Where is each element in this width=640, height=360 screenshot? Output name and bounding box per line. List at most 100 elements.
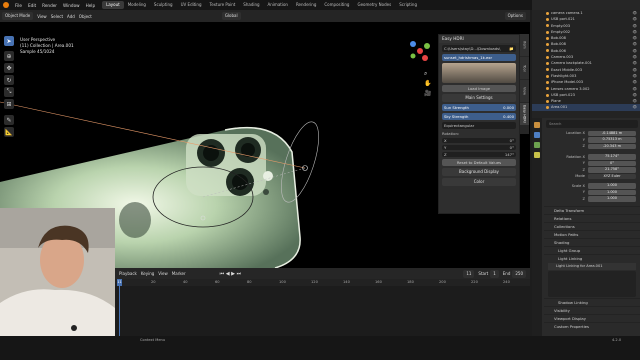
scale-tool-icon[interactable]: ⤡ xyxy=(4,87,14,97)
tab-view[interactable]: View xyxy=(520,80,529,102)
background-display-header[interactable]: Background Display xyxy=(442,168,516,176)
tab-sculpting[interactable]: Sculpting xyxy=(150,1,177,9)
motion-paths-section[interactable]: Motion Paths xyxy=(544,230,640,238)
menu-add[interactable]: Add xyxy=(67,14,75,19)
scale-z-field[interactable]: 1.000 xyxy=(588,196,636,202)
sun-strength-slider[interactable]: Sun Strength 0.000 xyxy=(442,104,516,111)
rotate-tool-icon[interactable]: ↻ xyxy=(4,75,14,85)
tick: 100 xyxy=(279,280,286,284)
rotation-mode-dropdown[interactable]: XYZ Euler xyxy=(588,173,636,179)
viewport-display-section[interactable]: Viewport Display xyxy=(544,313,640,322)
viewport-header: Object Mode View Select Add Object Globa… xyxy=(0,10,530,22)
visibility-icon[interactable]: 👁 xyxy=(632,104,637,110)
marker-menu[interactable]: Marker xyxy=(172,271,186,276)
physics-tab-icon[interactable] xyxy=(534,142,540,148)
menu-render[interactable]: Render xyxy=(39,3,60,8)
menu-window[interactable]: Window xyxy=(60,3,83,8)
folder-path-field[interactable]: C:\Users\stay\D...\Downloads\ 📁 xyxy=(442,45,516,52)
light-linking-list[interactable] xyxy=(548,270,636,297)
cursor-tool-icon[interactable]: ⊕ xyxy=(4,51,14,61)
menu-help[interactable]: Help xyxy=(83,3,99,8)
sky-strength-slider[interactable]: Sky Strength 0.400 xyxy=(442,113,516,120)
playback-controls-icon[interactable]: ⏮ ◀ ▶ ⏭ xyxy=(220,271,241,277)
shadow-linking-section[interactable]: Shadow Linking xyxy=(544,297,640,306)
menu-object[interactable]: Object xyxy=(79,14,92,19)
mode-dropdown[interactable]: Object Mode xyxy=(2,12,34,20)
tab-scripting[interactable]: Scripting xyxy=(395,1,421,9)
select-tool-icon[interactable]: ➤ xyxy=(4,36,14,46)
light-linking-field[interactable]: Light Linking for Area.001 xyxy=(548,263,636,270)
menu-select[interactable]: Select xyxy=(51,14,63,19)
rotation-y-field[interactable]: Y 0° xyxy=(442,145,516,150)
reset-defaults-button[interactable]: Reset to Default Values xyxy=(442,159,516,166)
custom-properties-section[interactable]: Custom Properties xyxy=(544,321,640,330)
load-image-button[interactable]: Load Image xyxy=(442,85,516,92)
blender-logo-icon[interactable] xyxy=(3,2,9,8)
current-frame-field[interactable]: 11 xyxy=(463,269,475,278)
menu-file[interactable]: File xyxy=(12,3,25,8)
outliner-row[interactable]: Area.001 👁 xyxy=(532,104,640,111)
tab-shading[interactable]: Shading xyxy=(239,1,263,9)
main-settings-header[interactable]: Main Settings xyxy=(442,94,516,102)
light-linking-section[interactable]: Light Linking xyxy=(544,254,640,262)
timeline-ruler[interactable]: 0 20 40 60 80 100 120 140 160 180 200 22… xyxy=(115,279,530,286)
hdri-preview-thumbnail[interactable] xyxy=(442,63,516,83)
color-header[interactable]: Color xyxy=(442,178,516,186)
tab-rendering[interactable]: Rendering xyxy=(292,1,320,9)
scale-y-field[interactable]: 1.000 xyxy=(588,189,636,195)
camera-view-icon[interactable]: 🎥 xyxy=(424,90,432,98)
visibility-section[interactable]: Visibility xyxy=(544,305,640,314)
start-frame-field[interactable]: 1 xyxy=(490,269,499,278)
rotation-z-prop-field[interactable]: 21.758° xyxy=(588,167,636,173)
rotation-z-field[interactable]: Z 147° xyxy=(442,152,516,157)
projection-dropdown[interactable]: Equirectangular xyxy=(442,122,516,129)
object-properties-tab-icon[interactable] xyxy=(534,122,540,128)
tab-geometry-nodes[interactable]: Geometry Nodes xyxy=(353,1,395,9)
shading-section[interactable]: Shading xyxy=(544,238,640,246)
transform-tool-icon[interactable]: ⊞ xyxy=(4,99,14,109)
navigation-gizmo[interactable] xyxy=(405,36,435,66)
annotate-tool-icon[interactable]: ✎ xyxy=(4,115,14,125)
end-frame-field[interactable]: 250 xyxy=(512,269,526,278)
options-dropdown[interactable]: Options xyxy=(504,12,526,20)
move-tool-icon[interactable]: ✥ xyxy=(4,63,14,73)
rotation-x-prop-field[interactable]: 75.174° xyxy=(588,154,636,160)
timeline-area[interactable] xyxy=(115,279,530,336)
tab-uv-editing[interactable]: UV Editing xyxy=(177,1,206,9)
playhead-line xyxy=(119,286,120,336)
tab-layout[interactable]: Layout xyxy=(102,1,124,9)
tab-modeling[interactable]: Modeling xyxy=(124,1,150,9)
menu-edit[interactable]: Edit xyxy=(25,3,39,8)
rotation-y-prop-field[interactable]: 0° xyxy=(588,160,636,166)
tab-item[interactable]: Item xyxy=(520,34,529,56)
collections-section[interactable]: Collections xyxy=(544,222,640,230)
timeline-view-menu[interactable]: View xyxy=(158,271,168,276)
folder-icon[interactable]: 📁 xyxy=(509,45,514,52)
playback-menu[interactable]: Playback xyxy=(119,271,137,276)
delta-transform-section[interactable]: Delta Transform xyxy=(544,206,640,214)
tab-animation[interactable]: Animation xyxy=(264,1,292,9)
relations-section[interactable]: Relations xyxy=(544,214,640,222)
tab-easy-hdri[interactable]: Easy HDRI xyxy=(520,103,529,125)
zoom-icon[interactable]: ⌕ xyxy=(424,70,432,78)
location-y-field[interactable]: 0.75313 m xyxy=(588,137,636,143)
properties-search[interactable]: Search xyxy=(546,120,638,128)
tab-texture-paint[interactable]: Texture Paint xyxy=(205,1,239,9)
tab-tool[interactable]: Tool xyxy=(520,57,529,79)
light-group-section[interactable]: Light Group xyxy=(544,246,640,254)
tab-compositing[interactable]: Compositing xyxy=(320,1,353,9)
light-data-tab-icon[interactable] xyxy=(534,152,540,158)
orientation-dropdown[interactable]: Global xyxy=(221,12,241,20)
keying-menu[interactable]: Keying xyxy=(141,271,154,276)
rotation-x-field[interactable]: X 0° xyxy=(442,138,516,143)
modifier-tab-icon[interactable] xyxy=(534,132,540,138)
sun-strength-label: Sun Strength xyxy=(444,105,469,110)
scale-x-field[interactable]: 1.000 xyxy=(588,183,636,189)
hdri-file-dropdown[interactable]: sunset_hdrishmas_1k.exr xyxy=(442,54,516,61)
playhead[interactable]: 11 xyxy=(117,279,122,286)
menu-view[interactable]: View xyxy=(37,14,47,19)
measure-tool-icon[interactable]: 📐 xyxy=(4,127,14,137)
location-z-field[interactable]: -20.343 m xyxy=(588,143,636,149)
location-x-field[interactable]: -0.14881 m xyxy=(588,130,636,136)
pan-icon[interactable]: ✋ xyxy=(424,80,432,88)
